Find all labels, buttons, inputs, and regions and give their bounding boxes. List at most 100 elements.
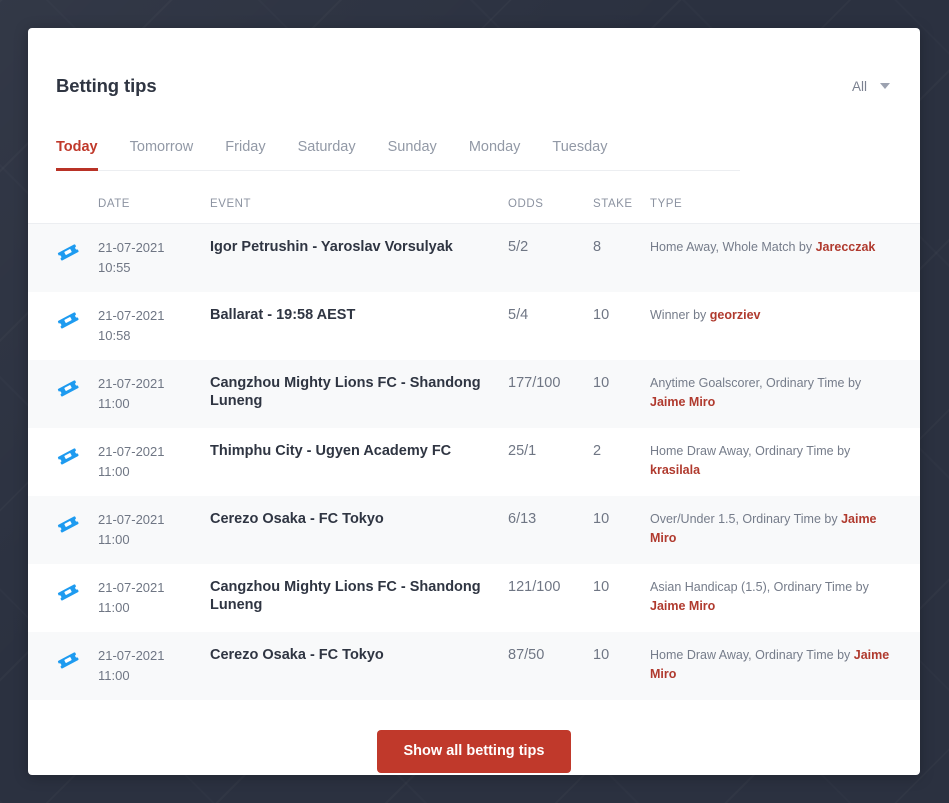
cell-type: Over/Under 1.5, Ordinary Time by Jaime M… bbox=[650, 496, 920, 564]
table-row[interactable]: 21-07-202111:00Cangzhou Mighty Lions FC … bbox=[28, 360, 920, 428]
cell-date: 21-07-202111:00 bbox=[98, 632, 210, 700]
cell-date-time: 11:00 bbox=[98, 598, 210, 618]
table-head: DATE EVENT ODDS STAKE TYPE bbox=[28, 188, 920, 224]
column-header-event: EVENT bbox=[210, 188, 508, 224]
cell-stake: 10 bbox=[593, 496, 650, 564]
tab-monday[interactable]: Monday bbox=[469, 133, 521, 171]
ticket-icon bbox=[28, 224, 98, 293]
tipster-link[interactable]: Jaime Miro bbox=[650, 599, 715, 613]
cell-date: 21-07-202110:58 bbox=[98, 292, 210, 360]
cell-event[interactable]: Thimphu City - Ugyen Academy FC bbox=[210, 428, 508, 496]
ticket-icon bbox=[28, 292, 98, 360]
column-header-icon bbox=[28, 188, 98, 224]
cell-date-time: 11:00 bbox=[98, 462, 210, 482]
cell-date-day: 21-07-2021 bbox=[98, 578, 210, 598]
tip-type-text: Home Draw Away, Ordinary Time by bbox=[650, 444, 850, 458]
cell-odds: 121/100 bbox=[508, 564, 593, 632]
tipster-link[interactable]: Jarecczak bbox=[816, 240, 876, 254]
cell-date: 21-07-202111:00 bbox=[98, 360, 210, 428]
cell-type: Home Draw Away, Ordinary Time by krasila… bbox=[650, 428, 920, 496]
cell-date-day: 21-07-2021 bbox=[98, 646, 210, 666]
cell-date-day: 21-07-2021 bbox=[98, 238, 210, 258]
tip-type-text: Winner by bbox=[650, 308, 706, 322]
table-row[interactable]: 21-07-202110:55Igor Petrushin - Yaroslav… bbox=[28, 224, 920, 293]
cell-event[interactable]: Cangzhou Mighty Lions FC - Shandong Lune… bbox=[210, 564, 508, 632]
column-header-date: DATE bbox=[98, 188, 210, 224]
table-row[interactable]: 21-07-202111:00Thimphu City - Ugyen Acad… bbox=[28, 428, 920, 496]
tipster-link[interactable]: georziev bbox=[710, 308, 761, 322]
cell-event[interactable]: Cerezo Osaka - FC Tokyo bbox=[210, 632, 508, 700]
cell-event[interactable]: Cangzhou Mighty Lions FC - Shandong Lune… bbox=[210, 360, 508, 428]
column-header-odds: ODDS bbox=[508, 188, 593, 224]
ticket-icon bbox=[28, 360, 98, 428]
tab-sunday[interactable]: Sunday bbox=[388, 133, 437, 171]
cell-odds: 25/1 bbox=[508, 428, 593, 496]
tab-saturday[interactable]: Saturday bbox=[298, 133, 356, 171]
cell-date: 21-07-202111:00 bbox=[98, 496, 210, 564]
tipster-link[interactable]: Jaime Miro bbox=[650, 395, 715, 409]
betting-tips-card: Betting tips All Today Tomorrow Friday Satu… bbox=[28, 28, 920, 775]
ticket-icon bbox=[28, 428, 98, 496]
cell-date: 21-07-202111:00 bbox=[98, 564, 210, 632]
table-body: 21-07-202110:55Igor Petrushin - Yaroslav… bbox=[28, 224, 920, 701]
cell-date-day: 21-07-2021 bbox=[98, 442, 210, 462]
cell-date-time: 11:00 bbox=[98, 394, 210, 414]
tabs-container: Today Tomorrow Friday Saturday Sunday Monday T… bbox=[28, 132, 920, 171]
cell-date-time: 10:58 bbox=[98, 326, 210, 346]
table-row[interactable]: 21-07-202111:00Cerezo Osaka - FC Tokyo6/… bbox=[28, 496, 920, 564]
filter-dropdown-value: All bbox=[852, 79, 867, 94]
column-header-type: TYPE bbox=[650, 188, 920, 224]
cell-odds: 6/13 bbox=[508, 496, 593, 564]
tip-type-text: Asian Handicap (1.5), Ordinary Time by bbox=[650, 580, 869, 594]
tipster-link[interactable]: krasilala bbox=[650, 463, 700, 477]
filter-dropdown[interactable]: All bbox=[850, 75, 892, 98]
tab-tuesday[interactable]: Tuesday bbox=[552, 133, 607, 171]
cell-stake: 2 bbox=[593, 428, 650, 496]
cell-odds: 5/2 bbox=[508, 224, 593, 293]
cell-date: 21-07-202111:00 bbox=[98, 428, 210, 496]
tip-type-text: Anytime Goalscorer, Ordinary Time by bbox=[650, 376, 861, 390]
day-tabs: Today Tomorrow Friday Saturday Sunday Monday T… bbox=[56, 132, 740, 171]
ticket-icon bbox=[28, 496, 98, 564]
table-header-row: DATE EVENT ODDS STAKE TYPE bbox=[28, 188, 920, 224]
cell-stake: 10 bbox=[593, 292, 650, 360]
tab-friday[interactable]: Friday bbox=[225, 133, 265, 171]
table-row[interactable]: 21-07-202111:00Cerezo Osaka - FC Tokyo87… bbox=[28, 632, 920, 700]
cell-date: 21-07-202110:55 bbox=[98, 224, 210, 293]
cell-date-day: 21-07-2021 bbox=[98, 306, 210, 326]
cell-event[interactable]: Igor Petrushin - Yaroslav Vorsulyak bbox=[210, 224, 508, 293]
betting-tips-table: DATE EVENT ODDS STAKE TYPE 21-07-202110:… bbox=[28, 188, 920, 700]
cell-odds: 5/4 bbox=[508, 292, 593, 360]
cell-stake: 10 bbox=[593, 360, 650, 428]
card-header: Betting tips All bbox=[28, 28, 920, 112]
cell-stake: 8 bbox=[593, 224, 650, 293]
cell-type: Home Draw Away, Ordinary Time by Jaime M… bbox=[650, 632, 920, 700]
tip-type-text: Home Away, Whole Match by bbox=[650, 240, 812, 254]
page-title: Betting tips bbox=[56, 75, 157, 97]
cell-odds: 177/100 bbox=[508, 360, 593, 428]
cell-date-day: 21-07-2021 bbox=[98, 374, 210, 394]
table-row[interactable]: 21-07-202111:00Cangzhou Mighty Lions FC … bbox=[28, 564, 920, 632]
cell-type: Home Away, Whole Match by Jarecczak bbox=[650, 224, 920, 293]
cell-date-time: 11:00 bbox=[98, 666, 210, 686]
tip-type-text: Home Draw Away, Ordinary Time by bbox=[650, 648, 850, 662]
tab-today[interactable]: Today bbox=[56, 133, 98, 171]
cell-stake: 10 bbox=[593, 632, 650, 700]
ticket-icon bbox=[28, 632, 98, 700]
show-all-betting-tips-button[interactable]: Show all betting tips bbox=[377, 730, 572, 773]
cell-date-day: 21-07-2021 bbox=[98, 510, 210, 530]
chevron-down-icon bbox=[880, 83, 890, 89]
ticket-icon bbox=[28, 564, 98, 632]
cell-type: Anytime Goalscorer, Ordinary Time by Jai… bbox=[650, 360, 920, 428]
cell-event[interactable]: Ballarat - 19:58 AEST bbox=[210, 292, 508, 360]
tab-tomorrow[interactable]: Tomorrow bbox=[130, 133, 194, 171]
cell-date-time: 11:00 bbox=[98, 530, 210, 550]
cell-event[interactable]: Cerezo Osaka - FC Tokyo bbox=[210, 496, 508, 564]
cell-type: Winner by georziev bbox=[650, 292, 920, 360]
cell-odds: 87/50 bbox=[508, 632, 593, 700]
table-row[interactable]: 21-07-202110:58Ballarat - 19:58 AEST5/41… bbox=[28, 292, 920, 360]
cell-type: Asian Handicap (1.5), Ordinary Time by J… bbox=[650, 564, 920, 632]
card-footer: Show all betting tips bbox=[28, 700, 920, 773]
tip-type-text: Over/Under 1.5, Ordinary Time by bbox=[650, 512, 838, 526]
column-header-stake: STAKE bbox=[593, 188, 650, 224]
